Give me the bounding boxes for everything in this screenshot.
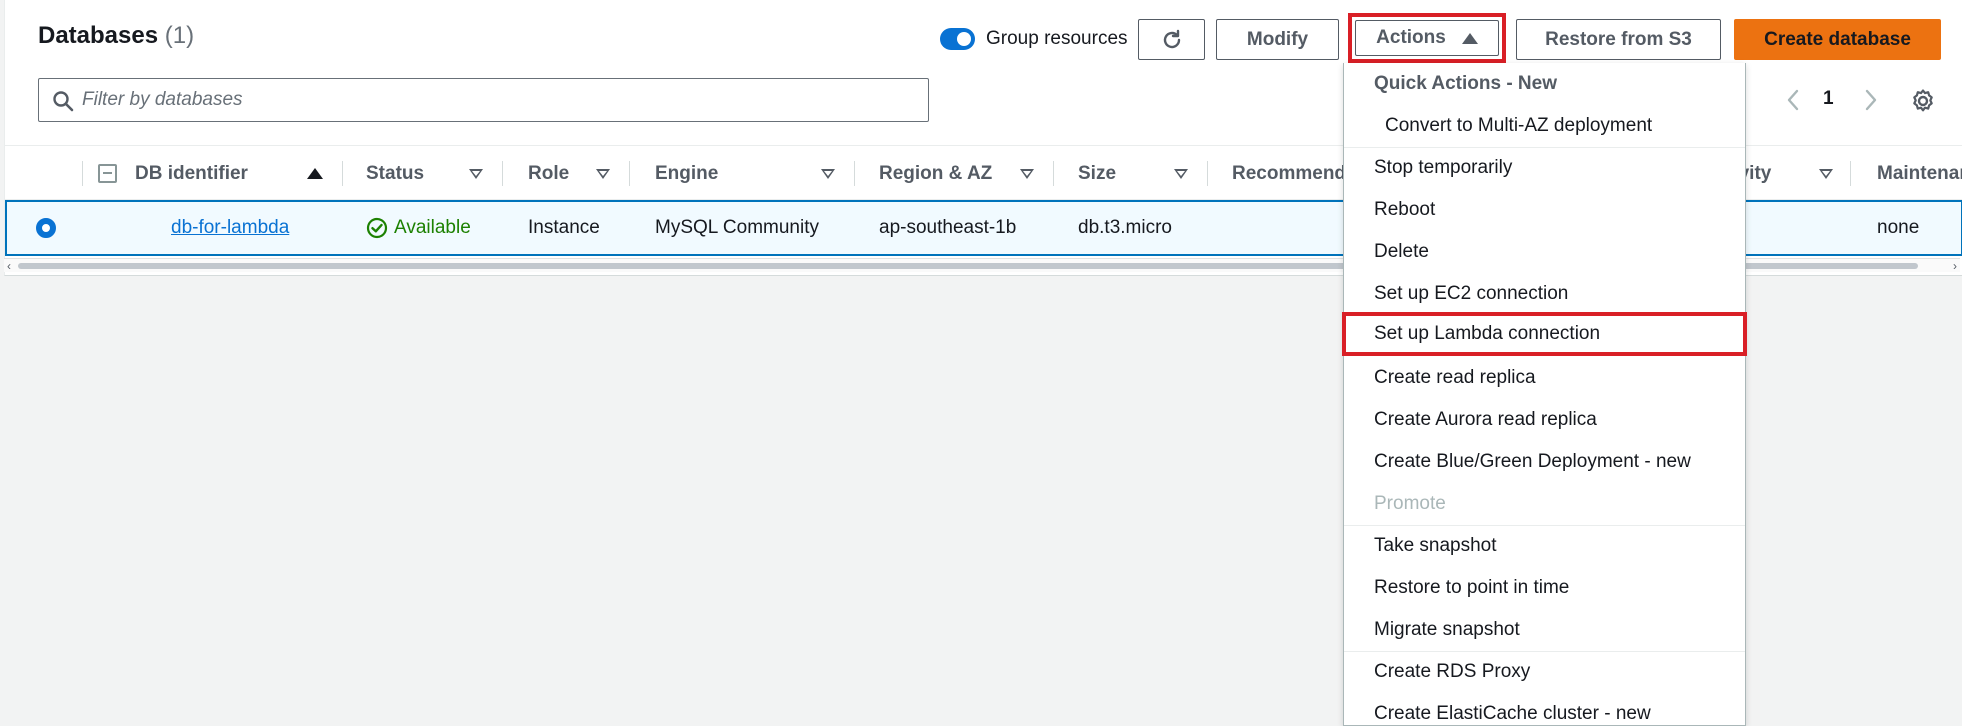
column-separator: [629, 161, 630, 186]
menu-item-migrate-snapshot[interactable]: Migrate snapshot: [1344, 609, 1745, 651]
previous-page-icon[interactable]: [1783, 86, 1803, 114]
select-column-header: [5, 146, 83, 201]
check-circle-icon: [366, 217, 388, 239]
menu-item-reboot[interactable]: Reboot: [1344, 189, 1745, 231]
column-separator: [1850, 161, 1851, 186]
maintenance-cell: none: [1877, 217, 1920, 238]
column-separator: [1207, 161, 1208, 186]
size-cell: db.t3.micro: [1078, 217, 1172, 238]
search-icon: [53, 91, 74, 112]
current-page-number[interactable]: 1: [1823, 88, 1834, 110]
create-database-button[interactable]: Create database: [1734, 19, 1941, 60]
status-text: Available: [394, 217, 471, 238]
menu-item-create-read-replica[interactable]: Create read replica: [1344, 357, 1745, 399]
group-resources-label: Group resources: [986, 28, 1128, 49]
column-separator: [1053, 161, 1054, 186]
column-recommendations[interactable]: Recommend: [1232, 146, 1352, 201]
page-title: Databases (1): [38, 22, 194, 50]
filter-input[interactable]: [82, 87, 912, 113]
column-separator: [342, 161, 343, 186]
modify-button[interactable]: Modify: [1216, 19, 1339, 60]
group-resources-toggle[interactable]: [940, 28, 975, 50]
column-label: Recommend: [1232, 162, 1347, 184]
actions-button-label: Actions: [1376, 27, 1446, 48]
column-region-az[interactable]: Region & AZ: [879, 146, 1054, 201]
column-size[interactable]: Size: [1078, 146, 1208, 201]
actions-dropdown-menu: Quick Actions - New Convert to Multi-AZ …: [1342, 63, 1747, 726]
row-select-radio[interactable]: [36, 218, 56, 238]
page-title-text: Databases: [38, 22, 159, 49]
sort-icon: [821, 169, 835, 179]
db-identifier-link[interactable]: db-for-lambda: [171, 217, 289, 239]
column-separator: [502, 161, 503, 186]
role-cell: Instance: [528, 217, 600, 238]
menu-item-setup-ec2[interactable]: Set up EC2 connection: [1344, 273, 1745, 315]
column-status[interactable]: Status: [366, 146, 503, 201]
menu-item-take-snapshot[interactable]: Take snapshot: [1344, 525, 1745, 567]
column-label: DB identifier: [135, 162, 248, 184]
sort-icon: [596, 169, 610, 179]
next-page-icon[interactable]: [1861, 86, 1881, 114]
status-cell: Available: [366, 202, 471, 254]
sort-icon: [1819, 169, 1833, 179]
column-separator: [82, 161, 83, 186]
restore-from-s3-button[interactable]: Restore from S3: [1516, 19, 1721, 60]
column-label: Engine: [655, 162, 719, 184]
region-cell: ap-southeast-1b: [879, 217, 1017, 238]
column-role[interactable]: Role: [528, 146, 630, 201]
column-label: Maintenan: [1877, 162, 1962, 184]
column-label: Status: [366, 162, 425, 184]
column-engine[interactable]: Engine: [655, 146, 855, 201]
gear-icon[interactable]: [1910, 88, 1936, 114]
column-label: Region & AZ: [879, 162, 993, 184]
column-separator: [854, 161, 855, 186]
menu-item-create-elasticache[interactable]: Create ElastiCache cluster - new: [1344, 693, 1745, 726]
menu-item-create-rds-proxy[interactable]: Create RDS Proxy: [1344, 651, 1745, 693]
menu-item-promote: Promote: [1374, 493, 1446, 514]
column-label: Size: [1078, 162, 1117, 184]
sort-ascending-icon: [307, 168, 323, 179]
filter-field[interactable]: [38, 78, 929, 122]
status-value: Available: [366, 217, 471, 239]
menu-header-quick-actions: Quick Actions - New: [1374, 73, 1557, 94]
column-maintenance[interactable]: Maintenan: [1877, 146, 1962, 201]
engine-cell: MySQL Community: [655, 217, 819, 238]
scroll-right-icon[interactable]: ›: [1953, 259, 1957, 273]
menu-item-delete[interactable]: Delete: [1344, 231, 1745, 273]
sort-icon: [469, 169, 483, 179]
menu-item-setup-lambda[interactable]: Set up Lambda connection: [1342, 312, 1747, 356]
refresh-button[interactable]: [1138, 19, 1205, 60]
actions-button[interactable]: Actions: [1348, 13, 1506, 63]
caret-up-icon: [1461, 32, 1478, 44]
db-identifier-cell[interactable]: db-for-lambda: [171, 202, 289, 254]
database-count: (1): [164, 22, 195, 49]
menu-item-blue-green[interactable]: Create Blue/Green Deployment - new: [1344, 441, 1745, 483]
refresh-icon: [1163, 29, 1180, 48]
sort-icon: [1020, 169, 1034, 179]
sort-icon: [1174, 169, 1188, 179]
toggle-knob: [957, 32, 971, 46]
collapse-all-icon[interactable]: [98, 164, 117, 183]
menu-item-stop-temporarily[interactable]: Stop temporarily: [1344, 147, 1745, 189]
scroll-left-icon[interactable]: ‹: [7, 259, 11, 273]
menu-item-create-aurora-replica[interactable]: Create Aurora read replica: [1344, 399, 1745, 441]
menu-item-restore-point-in-time[interactable]: Restore to point in time: [1344, 567, 1745, 609]
column-label: Role: [528, 162, 570, 184]
menu-item-convert-multi-az[interactable]: Convert to Multi-AZ deployment: [1344, 105, 1745, 147]
column-db-identifier[interactable]: DB identifier: [135, 146, 343, 201]
